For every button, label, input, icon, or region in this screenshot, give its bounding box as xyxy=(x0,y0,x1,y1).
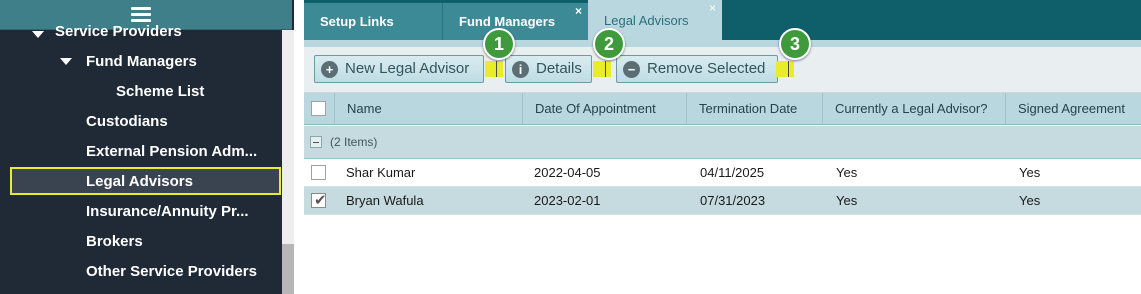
sidebar-item-fund-managers[interactable]: Fund Managers xyxy=(86,53,197,70)
cell-signed-agreement: Yes xyxy=(1019,165,1041,180)
tab-fund-managers[interactable]: Fund Managers × xyxy=(442,3,588,40)
tab-label: Setup Links xyxy=(320,14,394,29)
details-button[interactable]: i Details xyxy=(505,55,592,83)
group-count-label: (2 Items) xyxy=(330,135,378,149)
cell-termination-date: 07/31/2023 xyxy=(700,193,766,208)
new-legal-advisor-button[interactable]: + New Legal Advisor xyxy=(314,55,484,83)
tab-label: Legal Advisors xyxy=(604,13,689,28)
cell-name: Bryan Wafula xyxy=(346,193,424,208)
caret-down-icon[interactable] xyxy=(32,31,44,38)
sidebar-item-legal-advisors[interactable]: Legal Advisors xyxy=(86,173,193,190)
column-header-name[interactable]: Name xyxy=(334,93,522,125)
sidebar-item-service-providers[interactable]: Service Providers xyxy=(55,23,182,40)
group-row: (2 Items) xyxy=(304,126,1141,159)
cell-date-of-appointment: 2023-02-01 xyxy=(534,193,601,208)
button-label: New Legal Advisor xyxy=(345,60,470,77)
sidebar-item-brokers[interactable]: Brokers xyxy=(86,233,143,250)
cell-currently-a-legal-advisor: Yes xyxy=(836,193,858,208)
callout-badge-2: 2 xyxy=(593,28,625,60)
callout-marker xyxy=(593,61,611,77)
column-header-date-of-appointment[interactable]: Date Of Appointment xyxy=(522,93,686,125)
callout-badge-1: 1 xyxy=(483,28,515,60)
sidebar-scrollbar-thumb[interactable] xyxy=(282,30,294,244)
plus-circle-icon: + xyxy=(321,61,338,78)
sidebar-item-external-pension-administrators[interactable]: External Pension Adm... xyxy=(86,143,257,160)
button-label: Remove Selected xyxy=(647,60,766,77)
cell-name: Shar Kumar xyxy=(346,165,416,180)
close-icon[interactable]: × xyxy=(709,2,716,14)
toolbar-separator xyxy=(496,61,497,77)
caret-down-icon[interactable] xyxy=(60,58,72,65)
row-checkbox[interactable] xyxy=(311,165,326,180)
callout-marker xyxy=(485,61,503,77)
sidebar-item-custodians[interactable]: Custodians xyxy=(86,113,168,130)
select-all-checkbox[interactable] xyxy=(311,101,326,116)
button-label: Details xyxy=(536,60,582,77)
toolbar-separator xyxy=(788,61,789,77)
grid-header: Name Date Of Appointment Termination Dat… xyxy=(304,93,1141,125)
toolbar: + New Legal Advisor i Details − Remove S… xyxy=(304,47,1141,93)
sidebar-item-insurance-annuity-providers[interactable]: Insurance/Annuity Pr... xyxy=(86,203,249,220)
column-header-termination-date[interactable]: Termination Date xyxy=(686,93,822,125)
cell-date-of-appointment: 2022-04-05 xyxy=(534,165,601,180)
tab-setup-links[interactable]: Setup Links xyxy=(304,3,442,40)
sidebar-item-scheme-list[interactable]: Scheme List xyxy=(116,83,204,100)
tab-bar: Setup Links Fund Managers × Legal Adviso… xyxy=(304,0,1141,40)
hamburger-menu-icon[interactable] xyxy=(131,7,151,23)
info-circle-icon: i xyxy=(512,61,529,78)
tab-label: Fund Managers xyxy=(459,14,556,29)
callout-marker xyxy=(776,61,794,77)
table-row[interactable]: Shar Kumar 2022-04-05 04/11/2025 Yes Yes xyxy=(304,159,1141,187)
column-header-currently-a-legal-advisor[interactable]: Currently a Legal Advisor? xyxy=(822,93,1005,125)
cell-currently-a-legal-advisor: Yes xyxy=(836,165,858,180)
cell-signed-agreement: Yes xyxy=(1019,193,1041,208)
close-icon[interactable]: × xyxy=(575,5,582,17)
sidebar: Service Providers Fund Managers Scheme L… xyxy=(0,0,294,294)
minus-circle-icon: − xyxy=(623,61,640,78)
checkmark-icon: ✔ xyxy=(314,191,327,209)
column-header-signed-agreement[interactable]: Signed Agreement xyxy=(1005,93,1141,125)
callout-badge-3: 3 xyxy=(779,28,811,60)
table-row[interactable]: ✔ Bryan Wafula 2023-02-01 07/31/2023 Yes… xyxy=(304,187,1141,215)
remove-selected-button[interactable]: − Remove Selected xyxy=(616,55,778,83)
row-checkbox[interactable]: ✔ xyxy=(311,191,327,209)
sidebar-item-other-service-providers[interactable]: Other Service Providers xyxy=(86,263,257,280)
cell-termination-date: 04/11/2025 xyxy=(700,165,765,180)
legal-advisors-grid: Name Date Of Appointment Termination Dat… xyxy=(304,93,1141,294)
collapse-icon[interactable] xyxy=(310,136,322,148)
toolbar-separator xyxy=(605,61,606,77)
sidebar-scrollbar[interactable] xyxy=(282,30,294,294)
active-tab-strip xyxy=(304,40,1141,47)
